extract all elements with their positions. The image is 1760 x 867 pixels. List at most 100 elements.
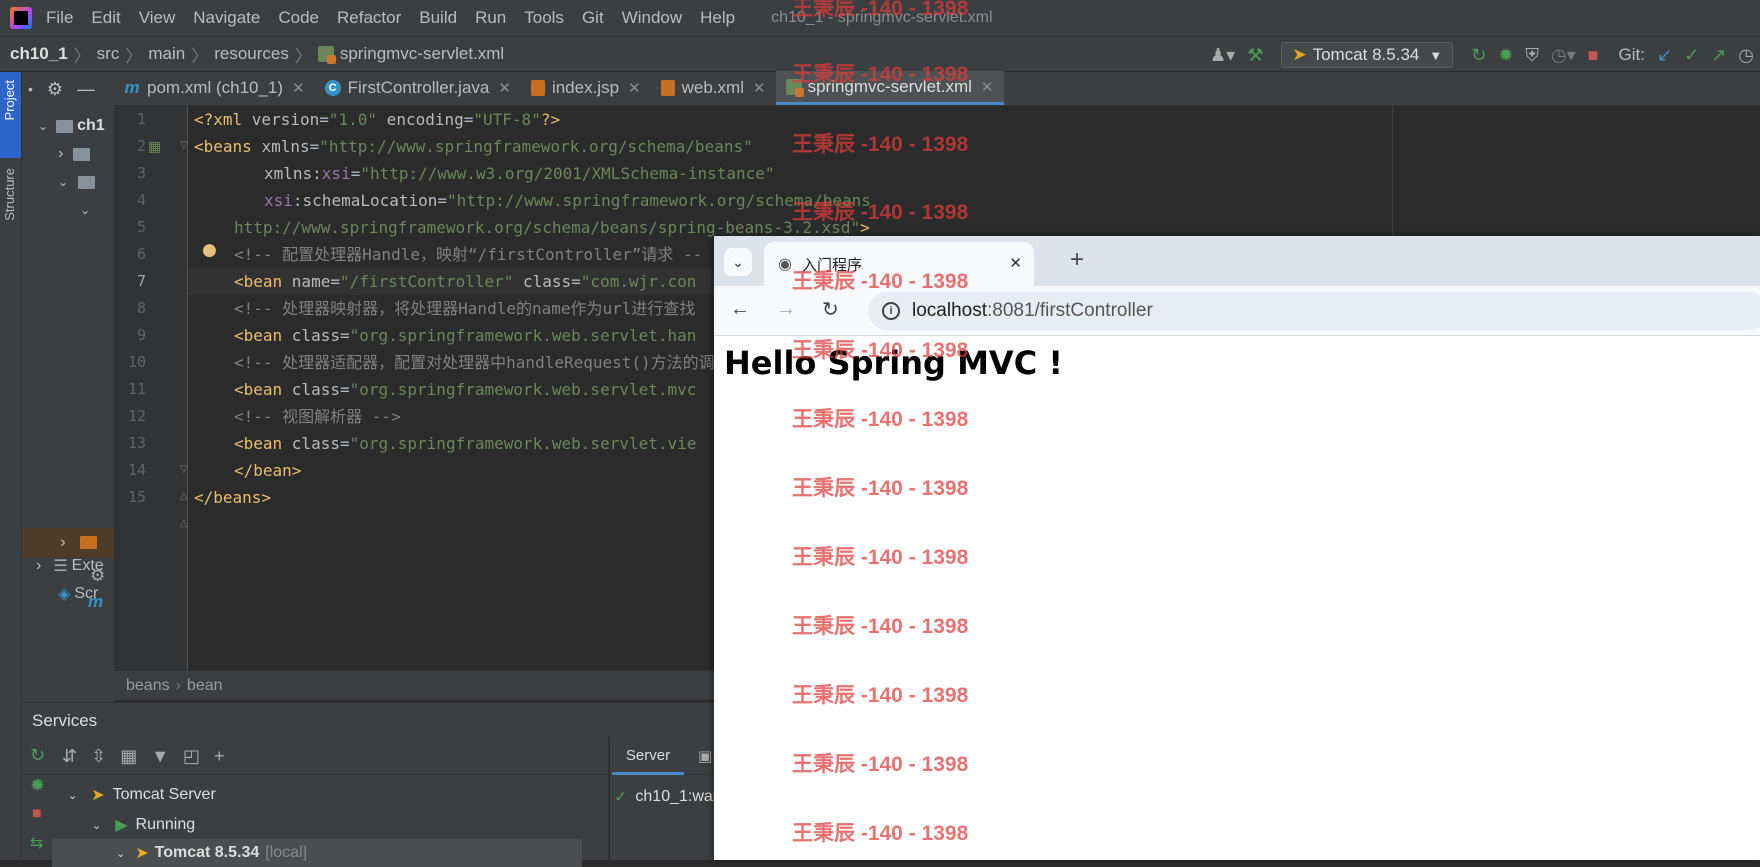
running-node[interactable]: Running [136, 816, 196, 834]
back-arrow-icon[interactable]: ← [730, 298, 750, 321]
stop-icon[interactable]: ■ [32, 805, 42, 823]
stop-icon[interactable]: ■ [1588, 45, 1599, 66]
git-update-icon[interactable]: ↙ [1657, 45, 1672, 66]
chevron-down-icon[interactable]: ⌄ [80, 203, 90, 217]
group-icon[interactable]: ▦ [120, 746, 137, 767]
menu-refactor[interactable]: Refactor [337, 8, 401, 28]
menu-help[interactable]: Help [700, 8, 735, 28]
output-tab-icon[interactable]: ▣ [698, 747, 712, 765]
breadcrumb-src[interactable]: src [97, 44, 120, 64]
run-configuration-select[interactable]: ➤ Tomcat 8.5.34 ▼ [1281, 42, 1454, 68]
close-icon[interactable]: ✕ [981, 78, 994, 96]
spring-bean-gutter-icon[interactable]: ▦ [148, 138, 161, 155]
git-push-icon[interactable]: ↗ [1711, 45, 1726, 66]
coverage-shield-icon[interactable]: ⛨ [1525, 45, 1539, 66]
breadcrumb-resources[interactable]: resources [214, 44, 289, 64]
menu-navigate[interactable]: Navigate [193, 8, 260, 28]
chevron-down-icon[interactable]: ⌄ [58, 175, 68, 189]
jsp-file-icon [530, 80, 545, 96]
tab-index-jsp[interactable]: index.jsp ✕ [521, 71, 651, 105]
chevron-right-icon[interactable]: › [36, 557, 41, 575]
filter-icon[interactable]: ▼ [151, 746, 169, 767]
close-icon[interactable]: ✕ [753, 79, 766, 97]
chevron-down-icon[interactable]: ⌄ [68, 789, 77, 802]
close-icon[interactable]: ✕ [292, 79, 305, 97]
line-number: 2 [136, 137, 146, 155]
tab-first-controller[interactable]: C FirstController.java ✕ [315, 71, 521, 105]
breadcrumb-file[interactable]: springmvc-servlet.xml [340, 44, 504, 64]
structure-tool-label[interactable]: Structure [2, 168, 17, 221]
breadcrumb-project[interactable]: ch10_1 [10, 44, 68, 64]
chevron-right-icon[interactable]: › [58, 145, 63, 163]
debug-bug-icon[interactable]: ✹ [1498, 45, 1513, 66]
new-tab-icon[interactable]: + [1070, 246, 1084, 274]
gear-icon[interactable]: ⚙ [47, 79, 63, 100]
menu-file[interactable]: File [46, 8, 73, 28]
lightbulb-icon[interactable]: ● [202, 240, 217, 260]
chevron-down-icon[interactable]: ⌄ [116, 847, 125, 860]
profile-icon[interactable]: ◷▾ [1551, 45, 1576, 66]
site-info-icon[interactable]: i [882, 302, 900, 320]
code-line-12: <!-- 视图解析器 --> [234, 407, 401, 426]
selected-tree-row[interactable]: › [22, 528, 114, 558]
window-title: ch10_1 - springmvc-servlet.xml [771, 9, 993, 26]
code-line-15: </beans> [194, 488, 272, 507]
collapse-all-icon[interactable]: ⇳ [91, 746, 106, 767]
tab-pom-xml[interactable]: m pom.xml (ch10_1) ✕ [114, 71, 315, 105]
line-number: 4 [136, 191, 146, 209]
tab-web-xml[interactable]: web.xml ✕ [651, 71, 776, 105]
line-number: 11 [127, 380, 146, 398]
new-tab-icon[interactable]: ◰ [183, 746, 200, 767]
tab-search-icon[interactable]: ⌄ [724, 248, 752, 276]
fold-icon[interactable]: ▽ [180, 464, 188, 475]
deployment-artifact[interactable]: ch10_1:war [635, 788, 718, 806]
chevron-down-icon[interactable]: ⌄ [38, 119, 48, 133]
menu-git[interactable]: Git [582, 8, 604, 28]
add-icon[interactable]: + [214, 746, 225, 767]
xml-file-icon [785, 78, 804, 97]
menu-run[interactable]: Run [475, 8, 506, 28]
browser-tab[interactable]: ◉ 入门程序 ✕ [764, 242, 1034, 286]
rerun-icon[interactable]: ↻ [1471, 45, 1486, 66]
chevron-down-icon: ▼ [1429, 47, 1443, 63]
editor-breadcrumb-beans[interactable]: beans [126, 677, 170, 695]
git-history-icon[interactable]: ◷ [1738, 45, 1754, 66]
rerun-icon[interactable]: ↻ [30, 745, 45, 766]
reload-icon[interactable]: ↻ [822, 297, 839, 322]
menu-view[interactable]: View [139, 8, 176, 28]
fold-icon[interactable]: △ [180, 491, 188, 502]
tomcat-icon: ➤ [91, 787, 105, 804]
build-hammer-icon[interactable]: ⚒ [1247, 45, 1263, 66]
git-commit-icon[interactable]: ✓ [1684, 45, 1699, 66]
line-number: 7 [136, 272, 146, 290]
close-icon[interactable]: ✕ [628, 79, 641, 97]
project-root-label[interactable]: ch1 [77, 117, 105, 135]
deploy-icon[interactable]: ⇆ [30, 833, 43, 853]
fold-icon[interactable]: △ [180, 518, 188, 529]
project-tool-tab[interactable]: Project [0, 72, 21, 158]
tab-label: pom.xml (ch10_1) [147, 78, 284, 97]
close-icon[interactable]: ✕ [1009, 254, 1022, 272]
menu-build[interactable]: Build [419, 8, 457, 28]
fold-icon[interactable]: ▽ [180, 140, 188, 151]
menu-code[interactable]: Code [278, 8, 319, 28]
server-tab[interactable]: Server [612, 739, 684, 775]
forward-arrow-icon[interactable]: → [776, 298, 796, 321]
tab-label: index.jsp [551, 78, 620, 97]
tomcat-instance-node[interactable]: Tomcat 8.5.34 [155, 844, 260, 862]
minimize-icon[interactable]: — [77, 79, 95, 100]
menu-tools[interactable]: Tools [524, 8, 564, 28]
menu-window[interactable]: Window [622, 8, 682, 28]
editor-breadcrumb-bean[interactable]: bean [187, 677, 223, 695]
expand-all-icon[interactable]: ⇵ [62, 746, 77, 767]
tomcat-server-node[interactable]: Tomcat Server [113, 786, 216, 804]
tab-springmvc-servlet-xml[interactable]: springmvc-servlet.xml ✕ [775, 71, 1004, 105]
user-icon[interactable]: ♟▾ [1210, 45, 1235, 66]
chevron-down-icon[interactable]: ⌄ [92, 819, 101, 832]
debug-bug-icon[interactable]: ✹ [30, 775, 45, 796]
address-bar[interactable]: i localhost:8081/firstController [868, 292, 1760, 330]
menu-edit[interactable]: Edit [91, 8, 120, 28]
close-icon[interactable]: ✕ [498, 79, 511, 97]
line-number: 14 [127, 461, 146, 479]
breadcrumb-main[interactable]: main [148, 44, 185, 64]
